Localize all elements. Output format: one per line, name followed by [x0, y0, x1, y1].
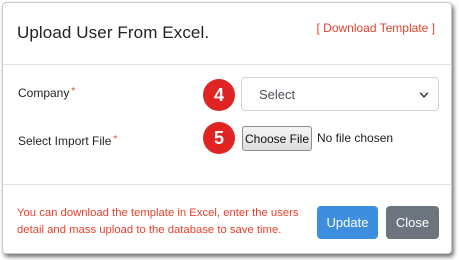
footer-note: You can download the template in Excel, …	[17, 207, 299, 236]
company-label-text: Company	[18, 86, 70, 100]
upload-user-modal: Upload User From Excel. [ Download Templ…	[2, 2, 452, 254]
import-file-label-text: Select Import File	[18, 134, 112, 148]
close-button[interactable]: Close	[386, 206, 439, 239]
company-label: Company *	[18, 86, 75, 100]
company-select[interactable]: Select	[241, 77, 439, 111]
company-select-value: Select	[259, 86, 296, 102]
modal-title: Upload User From Excel.	[17, 23, 210, 42]
choose-file-button[interactable]: Choose File	[242, 126, 312, 151]
step-5-badge: 5	[203, 122, 235, 154]
step-4-badge: 4	[203, 79, 235, 111]
file-status-text: No file chosen	[317, 131, 394, 145]
update-button[interactable]: Update	[317, 206, 378, 239]
required-mark: *	[113, 134, 118, 145]
download-template-link[interactable]: [ Download Template ]	[316, 21, 435, 35]
chevron-down-icon	[419, 92, 429, 98]
import-file-label: Select Import File *	[18, 134, 117, 148]
required-mark: *	[71, 86, 76, 97]
modal-header: Upload User From Excel. [ Download Templ…	[3, 3, 451, 65]
